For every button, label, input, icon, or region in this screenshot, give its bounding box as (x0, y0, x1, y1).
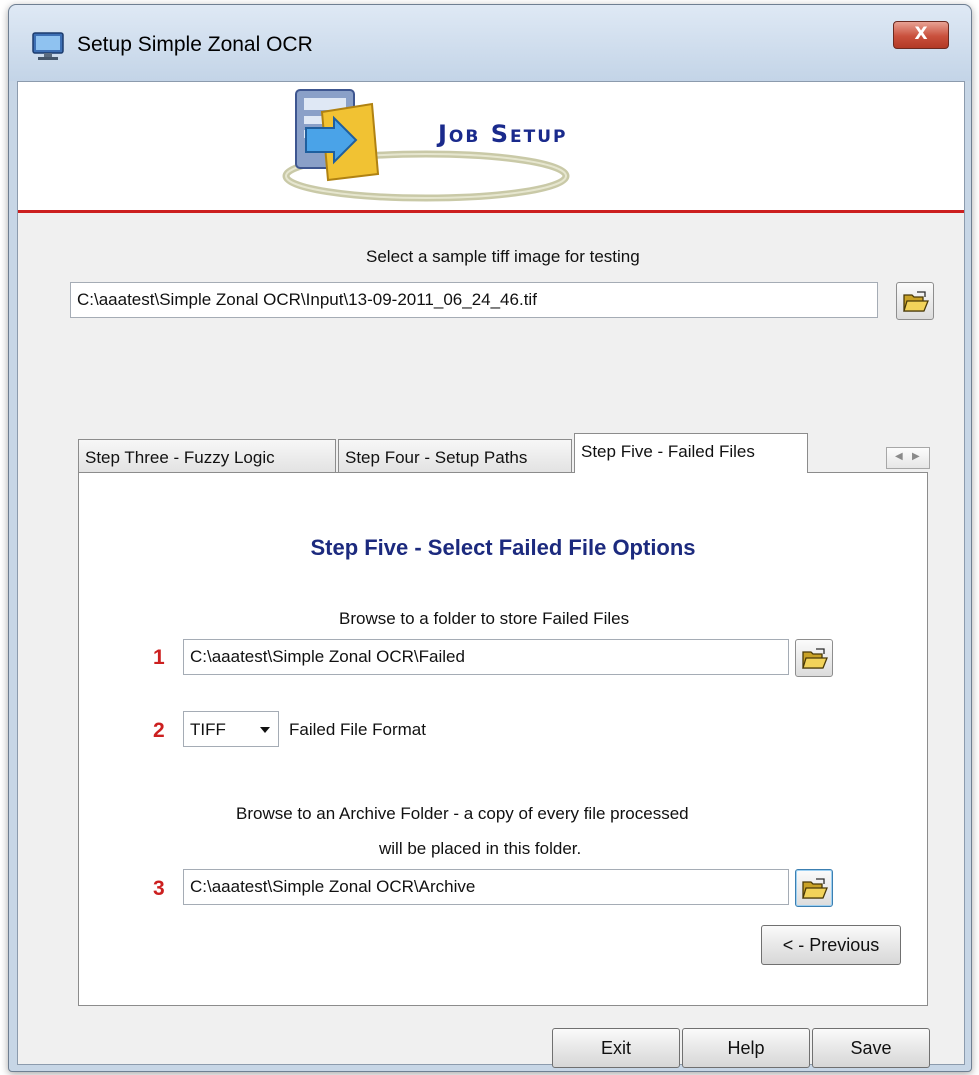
archive-folder-path-input[interactable]: C:\aaatest\Simple Zonal OCR\Archive (183, 869, 789, 905)
browse-sample-image-button[interactable] (896, 282, 934, 320)
tab-scroll-right-icon[interactable]: ▶ (912, 451, 920, 462)
step-number-1: 1 (153, 646, 165, 669)
tab-scroll-left-icon[interactable]: ◀ (895, 451, 903, 462)
failed-file-format-select[interactable]: TIFF (183, 711, 279, 747)
app-monitor-icon (32, 32, 64, 60)
tab-fuzzy-logic[interactable]: Step Three - Fuzzy Logic (78, 439, 336, 473)
tab-failed-files[interactable]: Step Five - Failed Files (574, 433, 808, 473)
setup-window: Setup Simple Zonal OCR X Job Setup Selec… (8, 4, 972, 1072)
previous-button[interactable]: < - Previous (761, 925, 901, 965)
header-title: Job Setup (438, 120, 568, 148)
open-folder-icon (802, 878, 828, 899)
exit-button[interactable]: Exit (552, 1028, 680, 1068)
tab-setup-paths[interactable]: Step Four - Setup Paths (338, 439, 572, 473)
failed-folder-label: Browse to a folder to store Failed Files (339, 609, 630, 628)
failed-file-format-label: Failed File Format (289, 720, 426, 739)
browse-archive-folder-button[interactable] (795, 869, 833, 907)
open-folder-icon (802, 648, 828, 669)
archive-folder-label-line2: will be placed in this folder. (379, 839, 582, 858)
panel-heading: Step Five - Select Failed File Options (310, 535, 696, 560)
close-button[interactable]: X (893, 21, 949, 49)
help-button[interactable]: Help (682, 1028, 810, 1068)
failed-folder-path-input[interactable]: C:\aaatest\Simple Zonal OCR\Failed (183, 639, 789, 675)
tab-scroll-buttons: ◀ ▶ (886, 447, 930, 469)
dropdown-arrow-icon (260, 727, 270, 733)
step-number-2: 2 (153, 719, 165, 742)
dialog-body: Job Setup Select a sample tiff image for… (17, 81, 965, 1068)
format-selected-value: TIFF (190, 720, 226, 739)
save-button[interactable]: Save (812, 1028, 930, 1068)
step-number-3: 3 (153, 877, 165, 900)
sample-image-path-input[interactable]: C:\aaatest\Simple Zonal OCR\Input\13-09-… (70, 282, 878, 318)
title-bar[interactable]: Setup Simple Zonal OCR X (9, 5, 971, 81)
archive-folder-label-line1: Browse to an Archive Folder - a copy of … (236, 804, 689, 823)
browse-failed-folder-button[interactable] (795, 639, 833, 677)
failed-files-panel: Step Five - Select Failed File Options B… (78, 472, 928, 1006)
sample-image-label: Select a sample tiff image for testing (366, 247, 640, 266)
header-divider (18, 210, 964, 213)
header-banner: Job Setup (18, 82, 964, 210)
window-title: Setup Simple Zonal OCR (77, 33, 313, 56)
open-folder-icon (903, 291, 929, 312)
